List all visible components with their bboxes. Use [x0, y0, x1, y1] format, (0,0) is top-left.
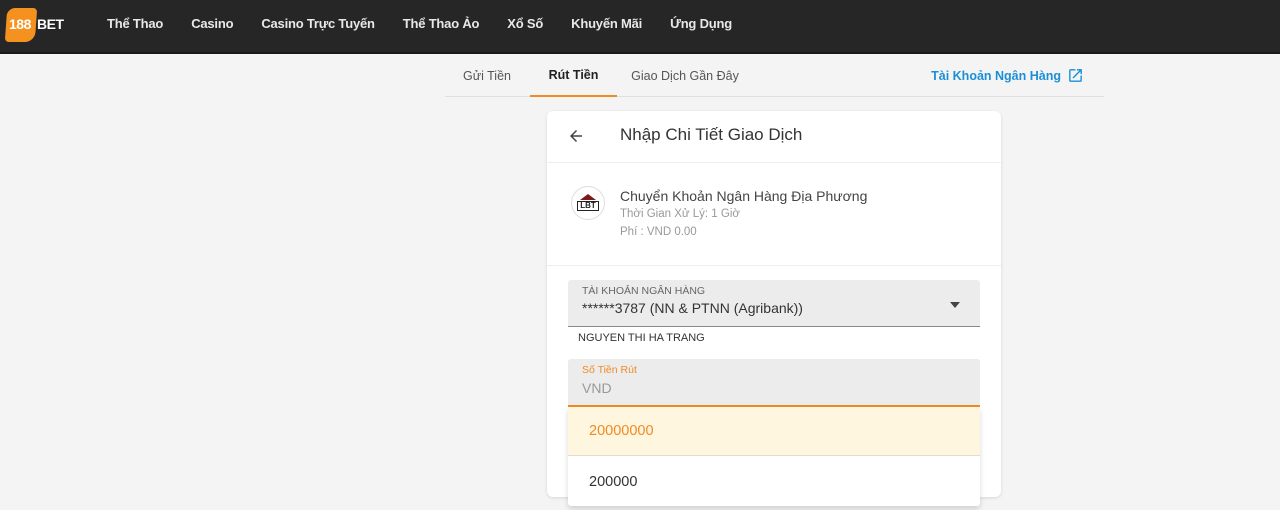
payment-method-summary: LBT Chuyển Khoản Ngân Hàng Địa Phương Th… — [547, 164, 1001, 266]
brand-logo[interactable]: 188 BET — [4, 6, 68, 42]
withdraw-amount-placeholder: VND — [582, 380, 612, 396]
tab-deposit[interactable]: Gửi Tiền — [457, 55, 517, 96]
nav-item-apps[interactable]: Ứng Dụng — [670, 16, 732, 31]
card-header: Nhập Chi Tiết Giao Dịch — [547, 111, 1001, 163]
logo-number: 188 — [9, 16, 31, 32]
nav-item-virtual-sports[interactable]: Thể Thao Ảo — [403, 16, 480, 31]
nav-item-promotions[interactable]: Khuyến Mãi — [571, 16, 642, 31]
bank-account-value: ******3787 (NN & PTNN (Agribank)) — [582, 300, 803, 316]
bank-logo-text: LBT — [577, 201, 599, 211]
top-navigation-bar: 188 BET Thể Thao Casino Casino Trực Tuyế… — [0, 0, 1280, 54]
account-holder-name: NGUYEN THI HA TRANG — [578, 332, 705, 344]
processing-time: Thời Gian Xử Lý: 1 Giờ — [620, 208, 740, 220]
nav-item-casino[interactable]: Casino — [191, 16, 233, 31]
withdraw-amount-label: Số Tiền Rút — [582, 364, 637, 376]
amount-suggestions-dropdown: 20000000 200000 — [568, 407, 980, 506]
withdraw-amount-input[interactable]: Số Tiền Rút VND — [568, 359, 980, 407]
tab-recent-transactions[interactable]: Giao Dịch Gần Đây — [625, 55, 745, 96]
suggestion-item[interactable]: 200000 — [568, 457, 980, 506]
bank-account-link[interactable]: Tài Khoản Ngân Hàng — [931, 55, 1084, 96]
nav-item-lottery[interactable]: Xổ Số — [507, 16, 543, 31]
transaction-tabs: Gửi Tiền Rút Tiền Giao Dịch Gần Đây Tài … — [445, 55, 1104, 97]
bank-account-label: TÀI KHOẢN NGÂN HÀNG — [582, 285, 706, 297]
suggestion-item[interactable]: 20000000 — [568, 407, 980, 456]
main-nav: Thể Thao Casino Casino Trực Tuyến Thể Th… — [107, 0, 760, 46]
back-arrow-icon[interactable] — [567, 127, 585, 145]
payment-method-name: Chuyển Khoản Ngân Hàng Địa Phương — [620, 188, 868, 204]
nav-item-sports[interactable]: Thể Thao — [107, 16, 163, 31]
fee-text: Phí : VND 0.00 — [620, 226, 697, 238]
chevron-down-icon — [950, 302, 960, 308]
bank-account-link-label: Tài Khoản Ngân Hàng — [931, 68, 1061, 83]
nav-item-live-casino[interactable]: Casino Trực Tuyến — [261, 16, 375, 31]
external-link-icon — [1069, 69, 1082, 82]
tab-withdraw[interactable]: Rút Tiền — [530, 55, 617, 97]
logo-text: BET — [37, 16, 64, 32]
bank-logo-icon: LBT — [571, 186, 605, 220]
bank-account-select[interactable]: TÀI KHOẢN NGÂN HÀNG ******3787 (NN & PTN… — [568, 280, 980, 327]
page-title: Nhập Chi Tiết Giao Dịch — [620, 125, 803, 144]
bank-logo-roof — [580, 194, 596, 200]
